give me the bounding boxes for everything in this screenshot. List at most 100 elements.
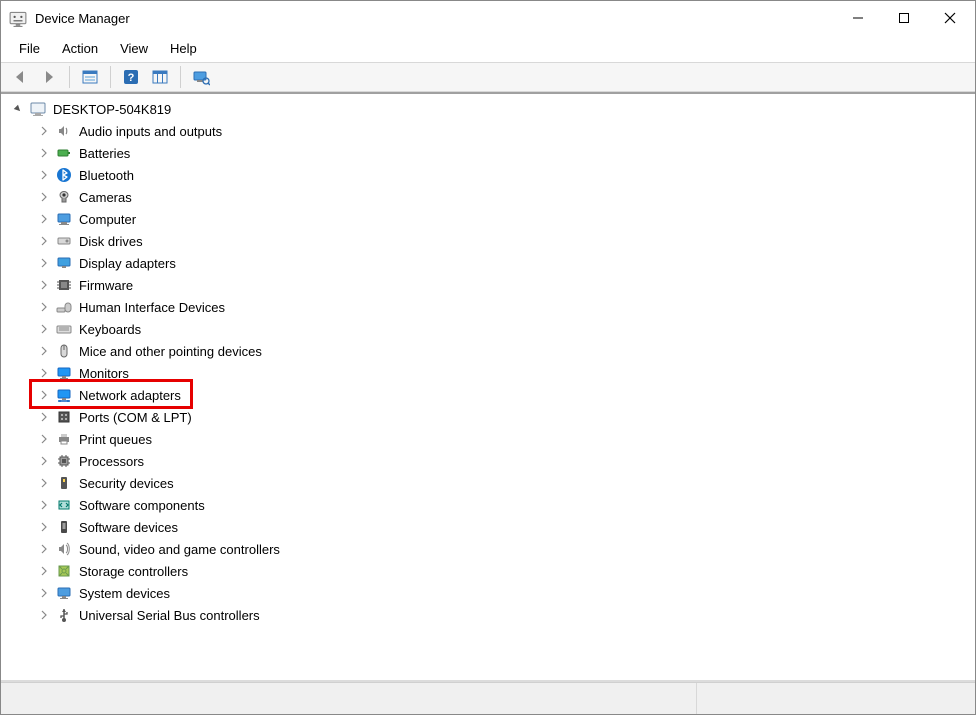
tree-item[interactable]: Disk drives <box>3 230 973 252</box>
window-controls <box>835 2 973 34</box>
tree-item[interactable]: Storage controllers <box>3 560 973 582</box>
expand-icon[interactable] <box>37 564 51 578</box>
speaker-icon <box>55 122 73 140</box>
show-hide-console-tree-button[interactable] <box>77 65 103 89</box>
tree-item[interactable]: Cameras <box>3 186 973 208</box>
tree-item-label: Audio inputs and outputs <box>79 124 222 139</box>
tree-item[interactable]: Audio inputs and outputs <box>3 120 973 142</box>
expand-icon[interactable] <box>37 190 51 204</box>
expand-icon[interactable] <box>37 124 51 138</box>
usb-icon <box>55 606 73 624</box>
help-button[interactable]: ? <box>118 65 144 89</box>
toolbar-separator <box>180 66 181 88</box>
tree-item[interactable]: Human Interface Devices <box>3 296 973 318</box>
tree-root[interactable]: DESKTOP-504K819 <box>3 98 973 120</box>
expand-icon[interactable] <box>37 586 51 600</box>
tree-item-label: Processors <box>79 454 144 469</box>
tree-item[interactable]: Display adapters <box>3 252 973 274</box>
battery-icon <box>55 144 73 162</box>
maximize-button[interactable] <box>881 2 927 34</box>
expand-icon[interactable] <box>37 234 51 248</box>
tree-item-label: Monitors <box>79 366 129 381</box>
expand-icon[interactable] <box>37 344 51 358</box>
toolbar-separator <box>69 66 70 88</box>
close-button[interactable] <box>927 2 973 34</box>
tree-item-label: System devices <box>79 586 170 601</box>
tree-item[interactable]: System devices <box>3 582 973 604</box>
tree-item[interactable]: Ports (COM & LPT) <box>3 406 973 428</box>
tree-item[interactable]: Software devices <box>3 516 973 538</box>
storage-icon <box>55 562 73 580</box>
tree-item-label: Sound, video and game controllers <box>79 542 280 557</box>
tree-item-label: Security devices <box>79 476 174 491</box>
display-icon <box>55 254 73 272</box>
expand-icon[interactable] <box>37 454 51 468</box>
tree-item-label: Computer <box>79 212 136 227</box>
menu-help[interactable]: Help <box>160 39 207 58</box>
toolbar: ? <box>1 62 975 92</box>
expand-icon[interactable] <box>37 256 51 270</box>
sound-icon <box>55 540 73 558</box>
expand-icon[interactable] <box>37 498 51 512</box>
tree-item[interactable]: Universal Serial Bus controllers <box>3 604 973 626</box>
menu-file[interactable]: File <box>9 39 50 58</box>
window-title: Device Manager <box>35 11 130 26</box>
monitor-icon <box>55 364 73 382</box>
tree-item[interactable]: Bluetooth <box>3 164 973 186</box>
expand-icon[interactable] <box>37 388 51 402</box>
tree-item[interactable]: Computer <box>3 208 973 230</box>
expand-icon[interactable] <box>37 410 51 424</box>
tree-item[interactable]: Software components <box>3 494 973 516</box>
software-icon <box>55 496 73 514</box>
tree-item-label: Keyboards <box>79 322 141 337</box>
computer-root-icon <box>29 100 47 118</box>
expand-icon[interactable] <box>37 542 51 556</box>
tree-item-label: Display adapters <box>79 256 176 271</box>
tree-item[interactable]: Firmware <box>3 274 973 296</box>
statusbar-section <box>697 683 975 714</box>
tree-item[interactable]: Processors <box>3 450 973 472</box>
collapse-icon[interactable] <box>11 102 25 116</box>
bluetooth-icon <box>55 166 73 184</box>
device-manager-icon <box>9 9 27 27</box>
tree-item-label: Cameras <box>79 190 132 205</box>
tree-item[interactable]: Network adapters <box>3 384 973 406</box>
tree-item-label: Software devices <box>79 520 178 535</box>
scan-hardware-button[interactable] <box>188 65 214 89</box>
minimize-button[interactable] <box>835 2 881 34</box>
statusbar-section <box>1 683 697 714</box>
tree-item[interactable]: Monitors <box>3 362 973 384</box>
expand-icon[interactable] <box>37 168 51 182</box>
tree-item[interactable]: Security devices <box>3 472 973 494</box>
tree-item[interactable]: Mice and other pointing devices <box>3 340 973 362</box>
softdev-icon <box>55 518 73 536</box>
expand-icon[interactable] <box>37 476 51 490</box>
menu-action[interactable]: Action <box>52 39 108 58</box>
printer-icon <box>55 430 73 448</box>
svg-text:?: ? <box>128 72 135 84</box>
tree-item-label: Bluetooth <box>79 168 134 183</box>
expand-icon[interactable] <box>37 212 51 226</box>
content-area: DESKTOP-504K819 Audio inputs and outputs… <box>1 92 975 682</box>
expand-icon[interactable] <box>37 300 51 314</box>
back-button[interactable] <box>7 65 33 89</box>
tree-item[interactable]: Print queues <box>3 428 973 450</box>
tree-item[interactable]: Sound, video and game controllers <box>3 538 973 560</box>
hid-icon <box>55 298 73 316</box>
expand-icon[interactable] <box>37 432 51 446</box>
expand-icon[interactable] <box>37 322 51 336</box>
expand-icon[interactable] <box>37 366 51 380</box>
device-tree[interactable]: DESKTOP-504K819 Audio inputs and outputs… <box>3 98 973 626</box>
tree-item[interactable]: Keyboards <box>3 318 973 340</box>
expand-icon[interactable] <box>37 278 51 292</box>
system-icon <box>55 584 73 602</box>
expand-icon[interactable] <box>37 608 51 622</box>
properties-button[interactable] <box>147 65 173 89</box>
tree-item-label: Human Interface Devices <box>79 300 225 315</box>
forward-button[interactable] <box>36 65 62 89</box>
menu-view[interactable]: View <box>110 39 158 58</box>
expand-icon[interactable] <box>37 146 51 160</box>
statusbar <box>1 682 975 714</box>
expand-icon[interactable] <box>37 520 51 534</box>
tree-item[interactable]: Batteries <box>3 142 973 164</box>
